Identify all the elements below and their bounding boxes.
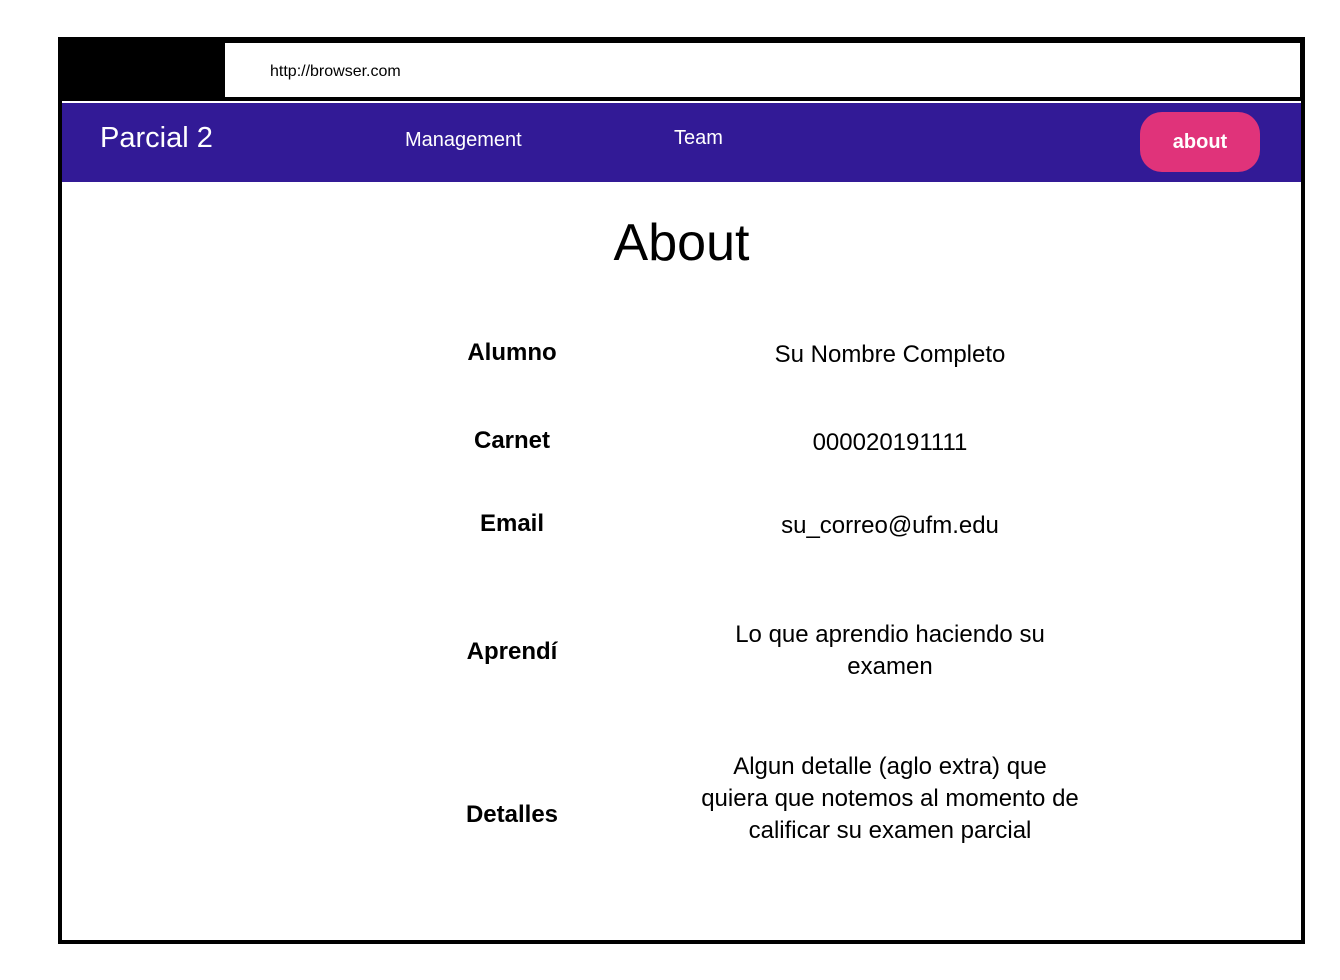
address-bar[interactable]: http://browser.com [225,43,1300,97]
about-button[interactable]: about [1140,112,1260,172]
info-label: Alumno [467,339,557,366]
browser-toolbar: http://browser.com [62,41,1301,101]
info-label: Carnet [473,427,551,454]
info-value: su_correo@ufm.edu [781,512,999,539]
nav-link-team[interactable]: Team [674,127,723,150]
browser-window: http://browser.com Parcial 2 Management … [58,37,1305,944]
info-value: Lo que aprendio haciendo su examen [735,621,1045,680]
info-value: 000020191111 [812,429,968,456]
address-url: http://browser.com [270,63,401,80]
info-label: Detalles [465,801,559,828]
brand-title[interactable]: Parcial 2 [100,122,213,155]
info-label: Email [479,510,545,537]
nav-link-management[interactable]: Management [405,129,522,152]
info-value: Su Nombre Completo [774,341,1006,368]
page-title: About [613,214,750,272]
info-label: Aprendí [466,638,558,665]
navbar: Parcial 2 Management Team about [62,103,1301,182]
info-value: Algun detalle (aglo extra) que quiera qu… [701,753,1079,844]
